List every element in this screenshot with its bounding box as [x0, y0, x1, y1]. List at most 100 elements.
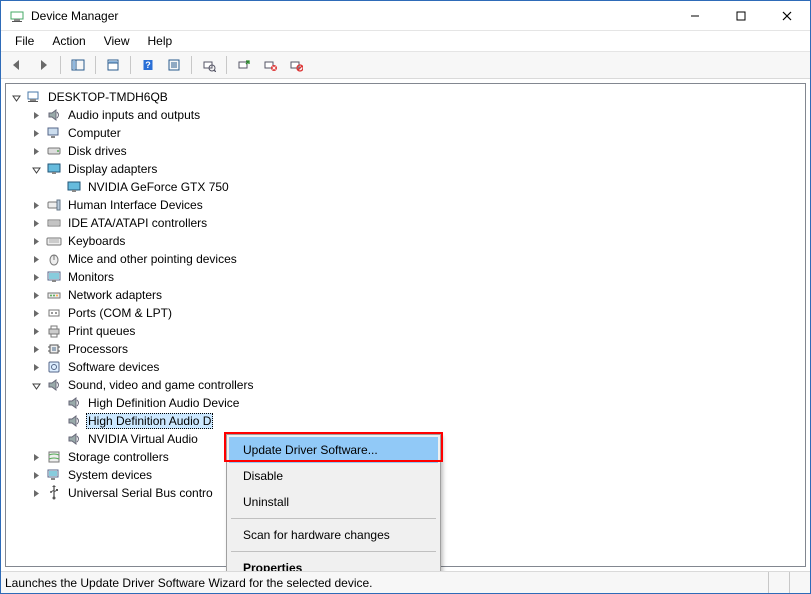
tree-category[interactable]: Network adapters [28, 286, 803, 304]
tree-category-label: Monitors [66, 269, 116, 285]
tree-category[interactable]: IDE ATA/ATAPI controllers [28, 214, 803, 232]
tree-category[interactable]: Audio inputs and outputs [28, 106, 803, 124]
uninstall-button[interactable] [258, 54, 282, 76]
disable-button[interactable] [284, 54, 308, 76]
software-icon [46, 359, 62, 375]
chevron-right-icon[interactable] [30, 307, 42, 319]
svg-text:?: ? [145, 60, 151, 70]
chevron-right-icon[interactable] [30, 145, 42, 157]
tree-category-label: Ports (COM & LPT) [66, 305, 174, 321]
tree-category[interactable]: Computer [28, 124, 803, 142]
hid-icon [46, 197, 62, 213]
tree-category-label: IDE ATA/ATAPI controllers [66, 215, 209, 231]
titlebar: Device Manager [1, 1, 810, 31]
tree-category-label: Software devices [66, 359, 161, 375]
show-hide-tree-button[interactable] [66, 54, 90, 76]
chevron-right-icon[interactable] [30, 235, 42, 247]
tree-category-label: System devices [66, 467, 154, 483]
app-icon [9, 8, 25, 24]
statusbar-text: Launches the Update Driver Software Wiza… [5, 576, 768, 590]
tree-category-label: Human Interface Devices [66, 197, 205, 213]
chevron-right-icon[interactable] [30, 109, 42, 121]
tree-category[interactable]: Mice and other pointing devices [28, 250, 803, 268]
context-menu: Update Driver Software...DisableUninstal… [226, 434, 441, 571]
tree-root-node[interactable]: DESKTOP-TMDH6QB [8, 88, 803, 106]
usb-icon [46, 485, 62, 501]
window-title: Device Manager [31, 9, 118, 23]
tree-category-label: Mice and other pointing devices [66, 251, 239, 267]
close-button[interactable] [764, 1, 810, 30]
chevron-right-icon[interactable] [30, 451, 42, 463]
tree-category-label: Print queues [66, 323, 137, 339]
tree-device-label: High Definition Audio D [86, 413, 213, 429]
scan-hardware-button[interactable] [197, 54, 221, 76]
chevron-right-icon[interactable] [30, 199, 42, 211]
keyboard-icon [46, 233, 62, 249]
printer-icon [46, 323, 62, 339]
menubar: File Action View Help [1, 31, 810, 51]
forward-button[interactable] [31, 54, 55, 76]
tree-category[interactable]: Print queues [28, 322, 803, 340]
tree-category[interactable]: Monitors [28, 268, 803, 286]
tree-category-label: Network adapters [66, 287, 164, 303]
chevron-down-icon[interactable] [30, 163, 42, 175]
tree-category[interactable]: Sound, video and game controllers [28, 376, 803, 394]
chevron-right-icon[interactable] [30, 253, 42, 265]
chevron-right-icon[interactable] [30, 325, 42, 337]
tree-device-label: NVIDIA GeForce GTX 750 [86, 179, 231, 195]
storage-icon [46, 449, 62, 465]
action-button[interactable] [162, 54, 186, 76]
chevron-right-icon[interactable] [30, 217, 42, 229]
menu-file[interactable]: File [7, 32, 42, 50]
window-controls [672, 1, 810, 30]
chevron-right-icon[interactable] [30, 271, 42, 283]
tree-category-label: Universal Serial Bus contro [66, 485, 215, 501]
speaker-icon [46, 377, 62, 393]
network-icon [46, 287, 62, 303]
tree-device-label: High Definition Audio Device [86, 395, 241, 411]
chevron-down-icon[interactable] [10, 91, 22, 103]
chevron-right-icon[interactable] [30, 487, 42, 499]
update-driver-button[interactable] [232, 54, 256, 76]
menu-help[interactable]: Help [140, 32, 181, 50]
back-button[interactable] [5, 54, 29, 76]
tree-device[interactable]: High Definition Audio Device [48, 394, 803, 412]
tree-category[interactable]: Disk drives [28, 142, 803, 160]
properties-button[interactable] [101, 54, 125, 76]
menu-action[interactable]: Action [44, 32, 93, 50]
chevron-right-icon[interactable] [30, 469, 42, 481]
display-icon [46, 161, 62, 177]
tree-device[interactable]: NVIDIA GeForce GTX 750 [48, 178, 803, 196]
tree-category[interactable]: Keyboards [28, 232, 803, 250]
tree-category[interactable]: Human Interface Devices [28, 196, 803, 214]
context-menu-item[interactable]: Update Driver Software... [229, 437, 438, 463]
maximize-button[interactable] [718, 1, 764, 30]
context-menu-item[interactable]: Properties [229, 555, 438, 571]
tree-category-label: Keyboards [66, 233, 127, 249]
minimize-button[interactable] [672, 1, 718, 30]
chevron-right-icon[interactable] [30, 289, 42, 301]
speaker-icon [66, 413, 82, 429]
chevron-right-icon[interactable] [30, 361, 42, 373]
chevron-right-icon[interactable] [30, 127, 42, 139]
tree-category[interactable]: Processors [28, 340, 803, 358]
context-menu-item[interactable]: Uninstall [229, 489, 438, 515]
disk-icon [46, 143, 62, 159]
computer-icon [46, 125, 62, 141]
context-menu-item[interactable]: Disable [229, 463, 438, 489]
tree-device[interactable]: High Definition Audio D [48, 412, 803, 430]
help-button[interactable]: ? [136, 54, 160, 76]
tree-category-label: Display adapters [66, 161, 159, 177]
tree-category[interactable]: Display adapters [28, 160, 803, 178]
context-menu-item[interactable]: Scan for hardware changes [229, 522, 438, 548]
tree-category[interactable]: Software devices [28, 358, 803, 376]
chevron-right-icon[interactable] [30, 343, 42, 355]
speaker-icon [66, 431, 82, 447]
mouse-icon [46, 251, 62, 267]
menu-view[interactable]: View [96, 32, 138, 50]
device-manager-window: Device Manager File Action View Help ? [0, 0, 811, 594]
chevron-down-icon[interactable] [30, 379, 42, 391]
toolbar: ? [1, 51, 810, 79]
tree-category[interactable]: Ports (COM & LPT) [28, 304, 803, 322]
tree-category-label: Sound, video and game controllers [66, 377, 255, 393]
